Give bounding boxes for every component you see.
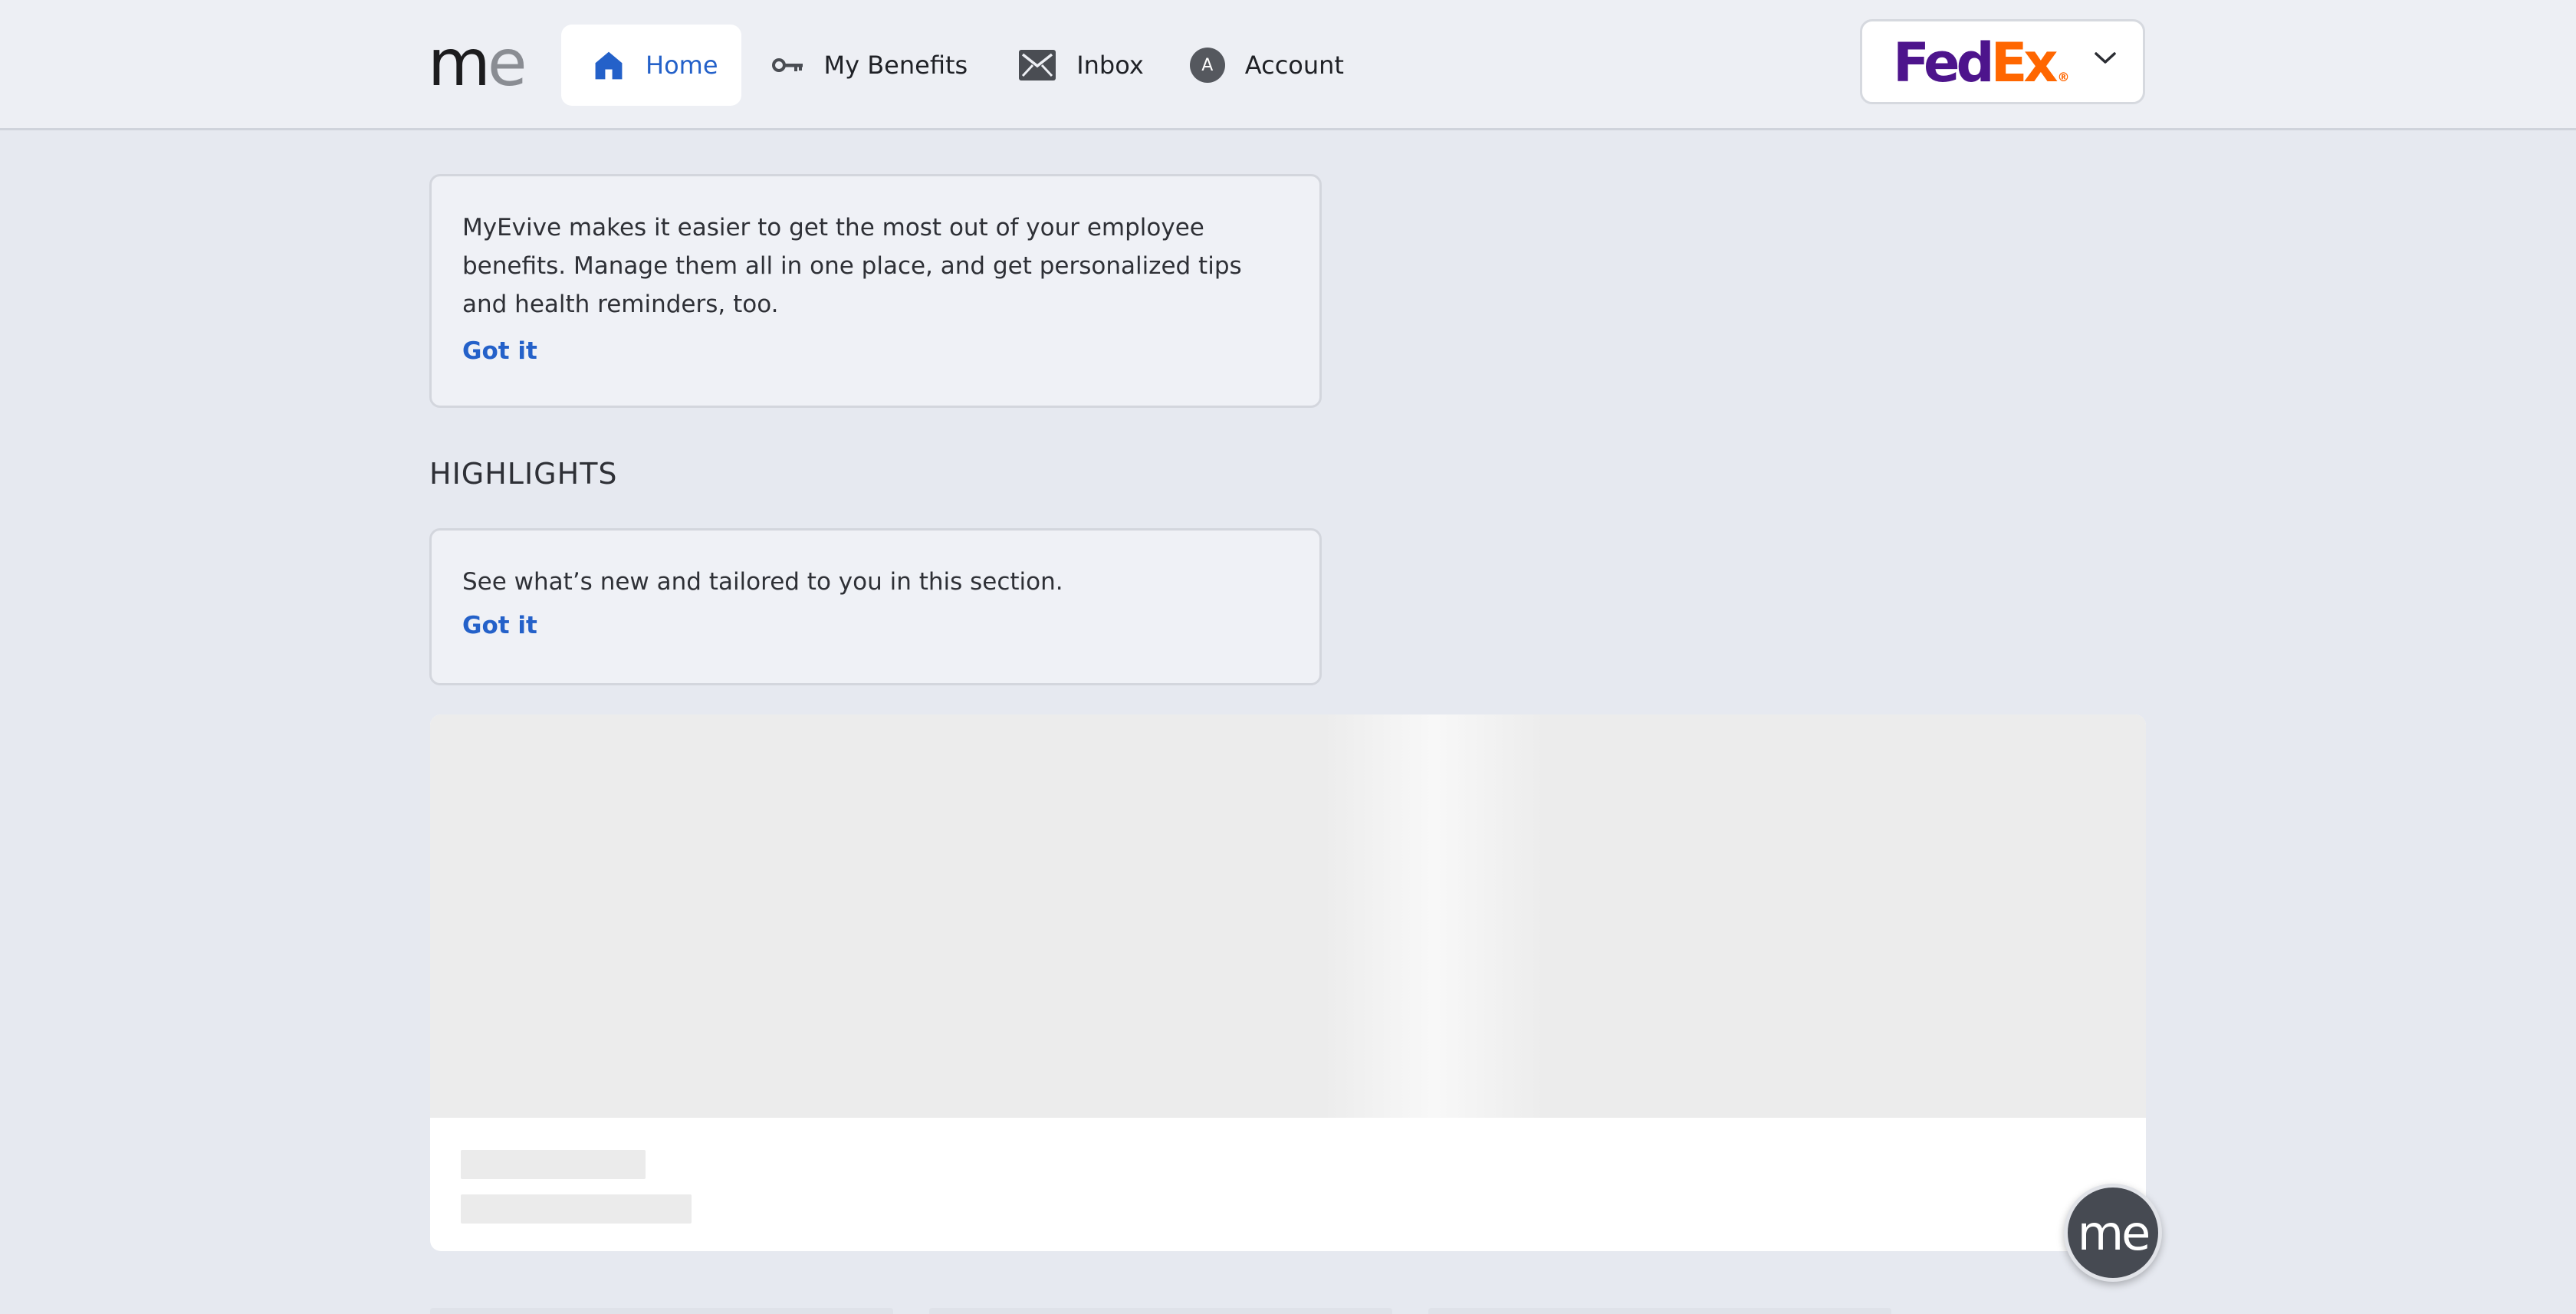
skeleton-title-line xyxy=(461,1150,646,1179)
intro-tip-text: MyEvive makes it easier to get the most … xyxy=(462,214,1242,318)
highlight-card-skeleton xyxy=(430,714,2146,1251)
nav-my-benefits-label: My Benefits xyxy=(823,51,968,80)
card-peek xyxy=(430,1308,893,1314)
nav-my-benefits[interactable]: My Benefits xyxy=(749,25,991,106)
key-icon xyxy=(771,56,804,74)
chevron-down-icon xyxy=(2094,51,2117,69)
highlights-tip-text: See what’s new and tailored to you in th… xyxy=(462,568,1063,596)
card-peek xyxy=(929,1308,1392,1314)
skeleton-subtitle-line xyxy=(461,1194,692,1224)
nav-account[interactable]: A Account xyxy=(1167,25,1367,106)
nav-account-label: Account xyxy=(1244,51,1344,80)
nav-inbox-label: Inbox xyxy=(1076,51,1144,80)
card-peek xyxy=(1428,1308,1891,1314)
nav-inbox[interactable]: Inbox xyxy=(995,25,1167,106)
nav-home-label: Home xyxy=(646,51,718,80)
me-assistant-button[interactable]: me xyxy=(2064,1184,2162,1282)
highlights-heading: HIGHLIGHTS xyxy=(429,457,618,491)
highlights-got-it-button[interactable]: Got it xyxy=(462,612,537,639)
intro-got-it-button[interactable]: Got it xyxy=(462,337,537,365)
me-logo[interactable]: me xyxy=(428,28,527,98)
skeleton-image-placeholder xyxy=(430,714,2146,1118)
mail-icon xyxy=(1018,49,1056,81)
nav-home[interactable]: Home xyxy=(561,25,741,106)
home-icon xyxy=(592,48,626,82)
employer-switcher[interactable]: FedEx ® xyxy=(1860,19,2145,104)
avatar-icon: A xyxy=(1189,48,1225,83)
intro-tip-card: MyEvive makes it easier to get the most … xyxy=(429,174,1322,408)
top-nav-bar: me Home My Benefits Inbox A Account FedE… xyxy=(0,0,2576,130)
main-nav: Home My Benefits Inbox A Account xyxy=(561,25,1367,106)
fedex-logo: FedEx ® xyxy=(1893,31,2070,94)
highlights-tip-card: See what’s new and tailored to you in th… xyxy=(429,528,1322,685)
